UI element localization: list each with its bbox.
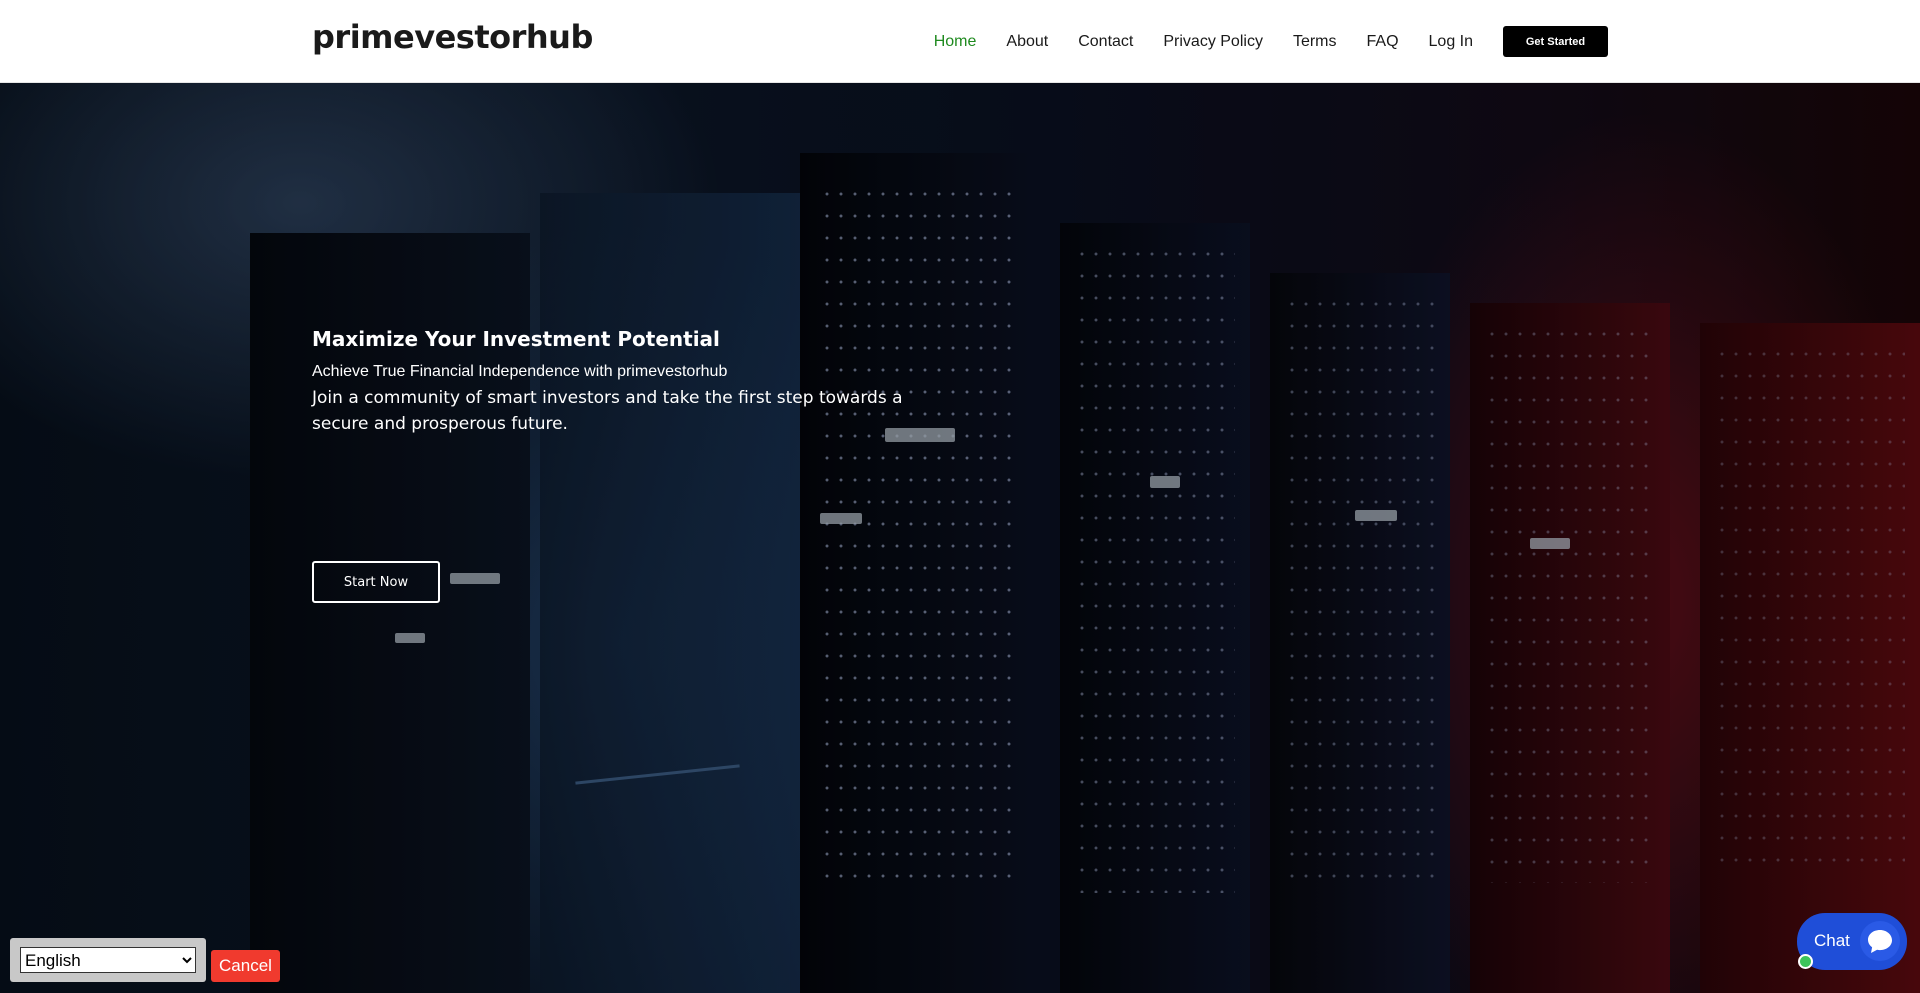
- hero-description: Join a community of smart investors and …: [312, 388, 903, 434]
- nav-log-in[interactable]: Log In: [1429, 33, 1473, 51]
- chat-widget-button[interactable]: Chat: [1797, 913, 1907, 970]
- nav-about[interactable]: About: [1006, 33, 1048, 51]
- cancel-button[interactable]: Cancel: [211, 950, 280, 982]
- nav-home[interactable]: Home: [934, 33, 977, 51]
- nav-contact[interactable]: Contact: [1078, 33, 1133, 51]
- hero-section: [0, 83, 1920, 993]
- language-select[interactable]: English: [20, 947, 196, 973]
- language-bar: English: [10, 938, 206, 982]
- hero-subtitle: Achieve True Financial Independence with…: [312, 363, 728, 380]
- hero-content: Maximize Your Investment Potential Achie…: [312, 327, 932, 437]
- site-header: primevestorhub Home About Contact Privac…: [0, 0, 1920, 83]
- nav-privacy-policy[interactable]: Privacy Policy: [1163, 33, 1263, 51]
- hero-title: Maximize Your Investment Potential: [312, 327, 720, 351]
- nav-faq[interactable]: FAQ: [1367, 33, 1399, 51]
- chat-label: Chat: [1814, 931, 1850, 950]
- main-nav: Home About Contact Privacy Policy Terms …: [904, 0, 1608, 83]
- nav-terms[interactable]: Terms: [1293, 33, 1337, 51]
- start-now-button[interactable]: Start Now: [312, 561, 440, 603]
- chat-bubble-icon: [1860, 921, 1900, 961]
- get-started-button[interactable]: Get Started: [1503, 26, 1608, 57]
- site-logo[interactable]: primevestorhub: [312, 18, 593, 56]
- online-status-dot: [1798, 954, 1813, 969]
